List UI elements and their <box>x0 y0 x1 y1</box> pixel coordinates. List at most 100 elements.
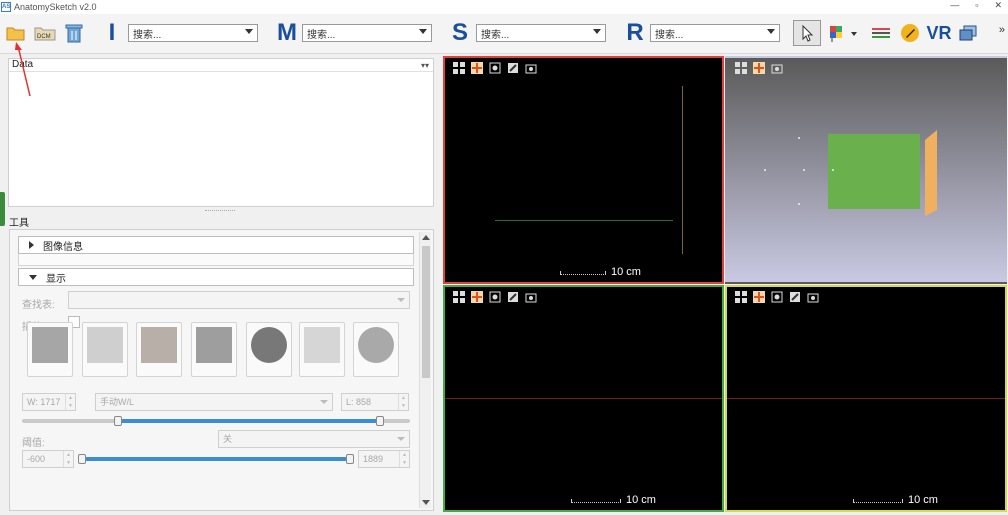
image-info-header[interactable]: 图像信息 <box>18 236 414 254</box>
fit-view-icon[interactable] <box>488 291 502 303</box>
viewport-toolbar <box>734 291 820 303</box>
ct-brain-thumbnail <box>251 327 287 363</box>
crosshair-horizontal-line <box>727 398 1005 399</box>
search-s-placeholder: 搜索... <box>481 29 510 41</box>
search-m-placeholder: 搜索... <box>307 29 336 41</box>
layers-icon <box>872 28 890 38</box>
display-label: 显示 <box>46 273 66 285</box>
model-module-button[interactable]: M <box>274 19 300 46</box>
threshold-max-input[interactable]: 1889 ▲ ▼ <box>358 450 410 468</box>
camera-icon[interactable] <box>524 291 538 303</box>
threshold-min-input[interactable]: -600 ▲ ▼ <box>22 450 74 468</box>
layout-grid-icon[interactable] <box>452 291 466 303</box>
scale-bar: 10 cm <box>560 266 641 278</box>
preset-button-2[interactable] <box>82 322 128 377</box>
layers-button[interactable] <box>869 21 893 45</box>
window-level-input[interactable]: L: 858 ▲ ▼ <box>341 393 409 411</box>
spinner-arrows-icon[interactable]: ▲ ▼ <box>399 451 409 467</box>
spinner-arrows-icon[interactable]: ▲ ▼ <box>65 394 75 410</box>
annotation-arrow <box>15 42 31 97</box>
window-layout-button[interactable] <box>957 21 979 45</box>
search-i-placeholder: 搜索... <box>133 29 162 41</box>
preset-button-1[interactable] <box>27 322 73 377</box>
ct-abdomen-thumbnail <box>141 327 177 363</box>
more-tools-button[interactable]: » <box>999 24 1005 36</box>
preset-button-6[interactable] <box>299 322 345 377</box>
viewport-sagittal[interactable]: 10 cm <box>725 285 1007 512</box>
crosshair-horizontal-line <box>445 398 722 399</box>
green-plane <box>828 134 920 209</box>
image-info-body <box>18 254 414 266</box>
ct-lung-thumbnail <box>304 327 340 363</box>
tools-scrollbar[interactable] <box>419 232 431 508</box>
threshold-mode-select[interactable]: 关 <box>218 430 410 448</box>
window-level-value: L: 858 <box>346 397 372 407</box>
tools-panel: 图像信息 显示 查找表: 插值: W: 1717 ▲▼ 手动W/L L: 858 <box>9 229 434 511</box>
crosshair-icon[interactable] <box>470 62 484 74</box>
threshold-slider-handle-left[interactable] <box>78 454 86 464</box>
color-palette-icon <box>830 26 857 42</box>
layout-grid-icon[interactable] <box>452 62 466 74</box>
brush-button[interactable] <box>899 21 921 45</box>
camera-icon[interactable] <box>524 62 538 74</box>
camera-icon[interactable] <box>806 291 820 303</box>
scroll-down-icon[interactable] <box>422 500 430 505</box>
search-i-input[interactable]: 搜索... <box>128 24 258 42</box>
edit-view-icon[interactable] <box>506 62 520 74</box>
wl-mode-select[interactable]: 手动W/L <box>95 393 333 411</box>
preset-button-5[interactable] <box>246 322 292 377</box>
lookup-table-select[interactable] <box>68 291 410 309</box>
search-r-input[interactable]: 搜索... <box>650 24 780 42</box>
volume-render-button[interactable]: VR <box>926 21 952 45</box>
dicom-button[interactable]: DCM <box>33 21 57 45</box>
select-tool-button[interactable] <box>793 20 821 46</box>
threshold-min-value: -600 <box>27 454 46 464</box>
data-tree-panel[interactable]: Data ▾▾ <box>8 58 434 207</box>
side-dock-tab[interactable] <box>0 192 5 226</box>
crosshair-icon[interactable] <box>470 291 484 303</box>
chevron-down-icon <box>397 298 405 302</box>
chevron-down-icon <box>320 400 328 404</box>
dicom-folder-icon: DCM <box>34 27 56 41</box>
wl-slider-handle-left[interactable] <box>114 416 122 426</box>
scale-label: 10 cm <box>626 494 656 506</box>
image-module-button[interactable]: I <box>100 19 124 46</box>
preset-button-7[interactable] <box>353 322 399 377</box>
scroll-thumb[interactable] <box>422 246 430 378</box>
fit-view-icon[interactable] <box>770 291 784 303</box>
close-button[interactable]: ✕ <box>994 0 1002 11</box>
spinner-arrows-icon[interactable]: ▲ ▼ <box>63 451 73 467</box>
display-header[interactable]: 显示 <box>18 268 414 286</box>
restore-button[interactable]: ▫ <box>975 0 978 11</box>
threshold-slider[interactable] <box>82 457 350 461</box>
wl-slider-handle-right[interactable] <box>376 416 384 426</box>
main-toolbar: DCM I 搜索... M 搜索... S 搜索... R 搜索... VR » <box>0 14 1008 54</box>
preset-button-4[interactable] <box>191 322 237 377</box>
scroll-up-icon[interactable] <box>422 235 430 240</box>
scale-label: 10 cm <box>908 494 938 506</box>
search-m-input[interactable]: 搜索... <box>302 24 432 42</box>
viewport-3d[interactable] <box>725 56 1007 284</box>
threshold-slider-handle-right[interactable] <box>346 454 354 464</box>
delete-button[interactable] <box>63 21 85 45</box>
viewport-axial[interactable]: 10 cm <box>443 56 724 284</box>
color-map-button[interactable] <box>826 21 860 45</box>
registration-module-button[interactable]: R <box>623 19 647 46</box>
expand-arrow-icon <box>29 241 34 249</box>
viewport-coronal[interactable]: 10 cm <box>443 285 724 512</box>
window-width-input[interactable]: W: 1717 ▲ ▼ <box>22 393 76 411</box>
collapse-arrow-icon <box>29 274 37 280</box>
folder-icon <box>6 27 25 41</box>
crosshair-icon[interactable] <box>752 291 766 303</box>
preset-button-3[interactable] <box>136 322 182 377</box>
segmentation-module-button[interactable]: S <box>448 19 472 46</box>
data-menu-button[interactable]: ▾▾ <box>421 60 429 72</box>
fit-view-icon[interactable] <box>488 62 502 74</box>
edit-view-icon[interactable] <box>506 291 520 303</box>
spinner-arrows-icon[interactable]: ▲ ▼ <box>398 394 408 410</box>
edit-view-icon[interactable] <box>788 291 802 303</box>
minimize-button[interactable]: — <box>950 0 959 11</box>
panel-splitter[interactable] <box>205 210 235 212</box>
layout-grid-icon[interactable] <box>734 291 748 303</box>
search-s-input[interactable]: 搜索... <box>476 24 606 42</box>
